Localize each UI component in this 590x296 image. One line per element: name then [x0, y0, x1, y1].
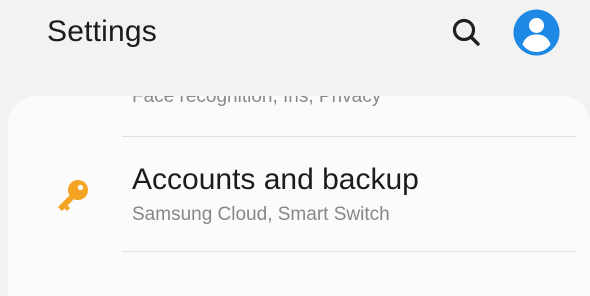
list-divider: [122, 251, 576, 252]
app-header: Settings: [0, 0, 590, 78]
settings-item-subtitle: Samsung Cloud, Smart Switch: [132, 204, 390, 225]
search-icon: [452, 18, 480, 46]
page-title: Settings: [47, 15, 157, 48]
key-icon: [51, 177, 91, 217]
account-avatar-button[interactable]: [513, 9, 560, 56]
previous-item-subtitle: Face recognition, Iris, Privacy: [132, 96, 382, 107]
settings-item-accounts-and-backup[interactable]: Accounts and backup Samsung Cloud, Smart…: [8, 137, 590, 251]
settings-list-card: Face recognition, Iris, Privacy Accounts…: [8, 96, 590, 296]
account-avatar-icon: [513, 9, 560, 56]
search-button[interactable]: [448, 14, 486, 52]
settings-item-title: Accounts and backup: [132, 163, 419, 196]
